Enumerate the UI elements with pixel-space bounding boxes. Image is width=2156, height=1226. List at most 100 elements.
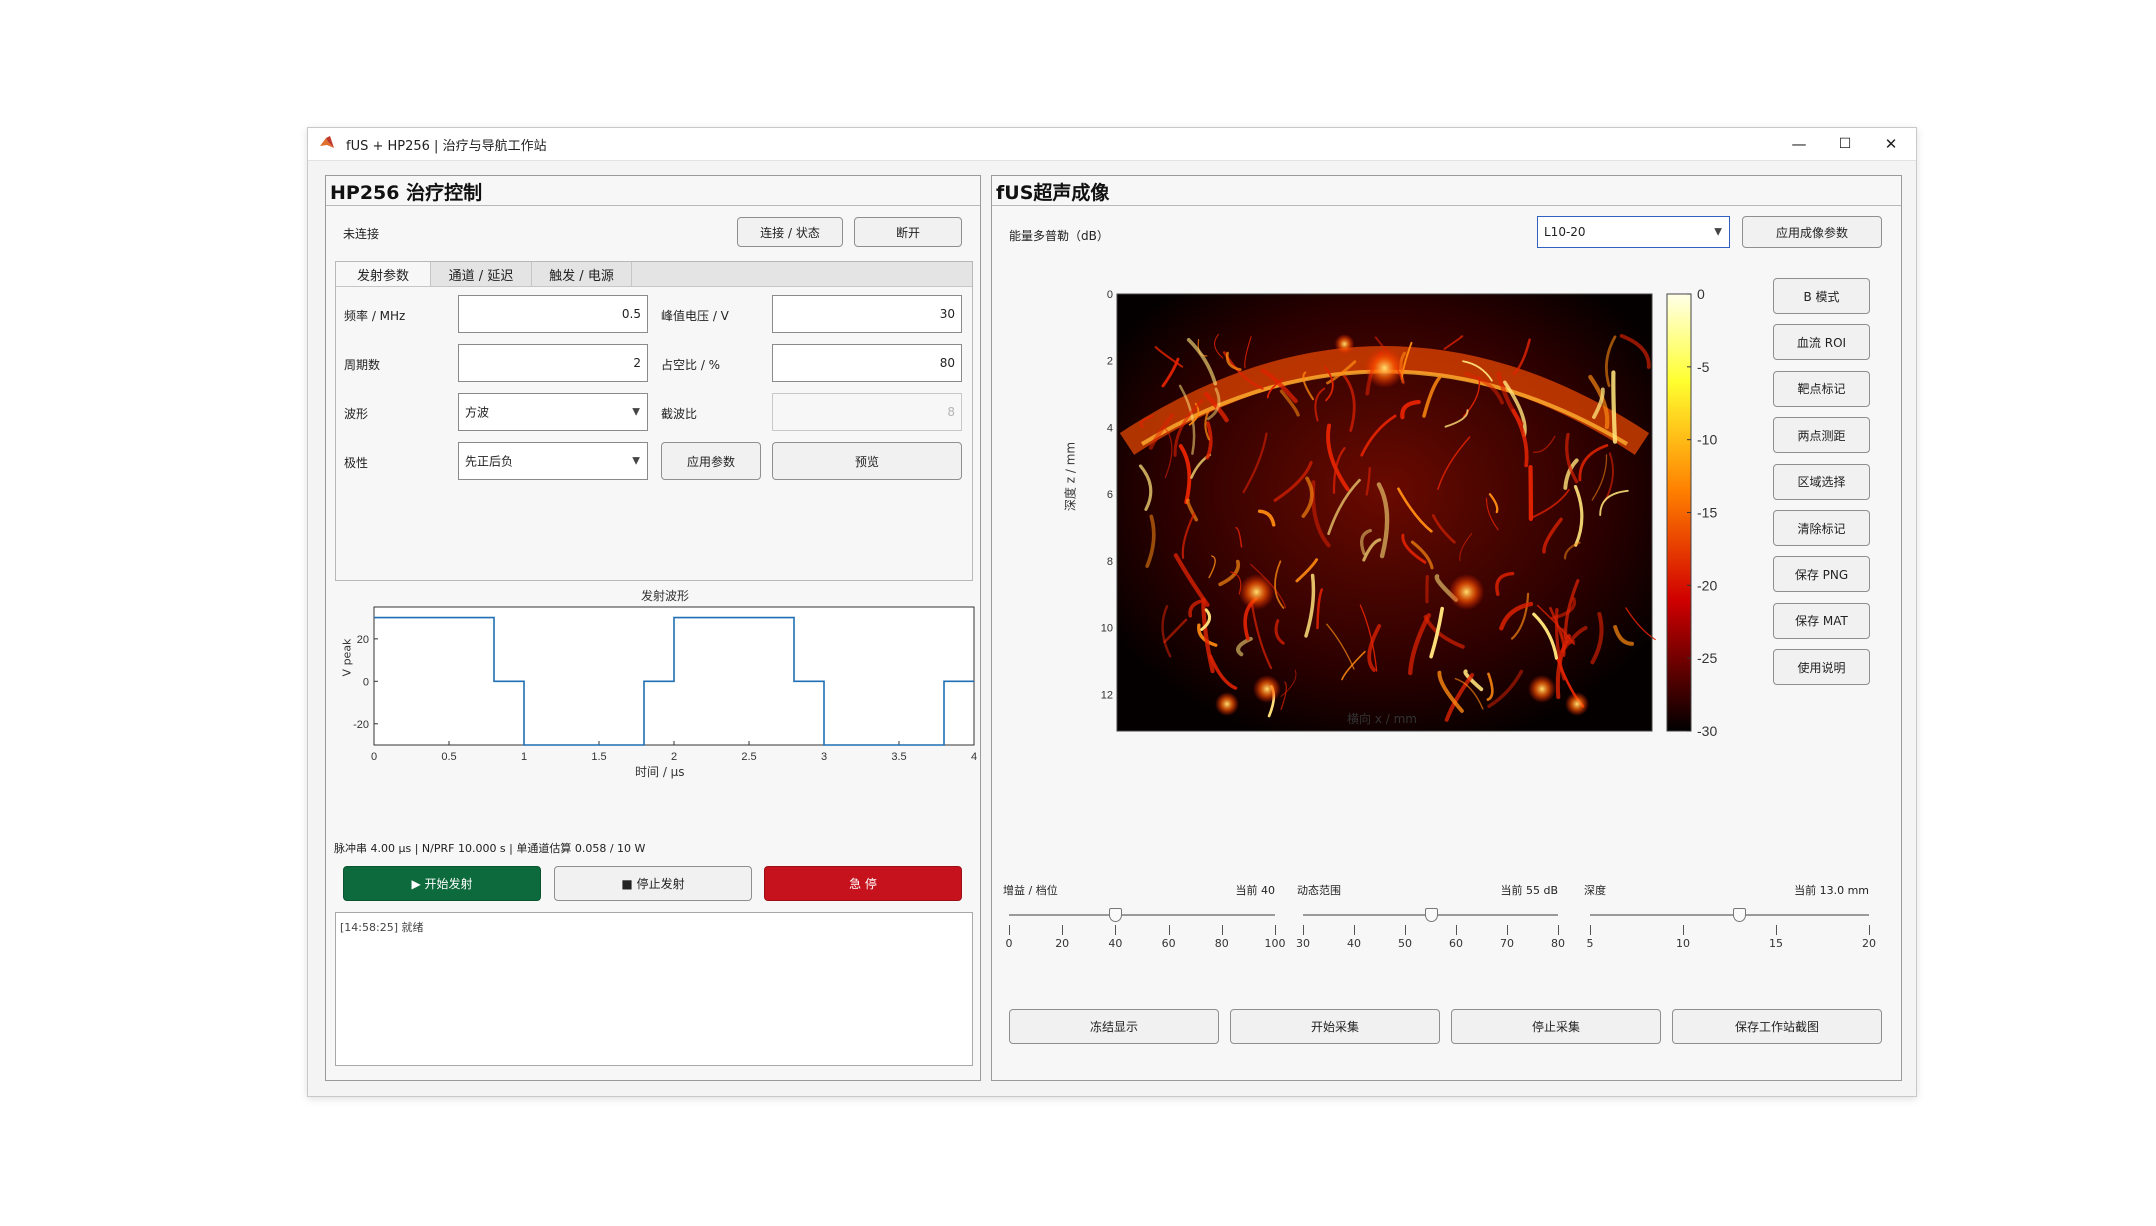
slider-tick	[1221, 925, 1223, 935]
slider-label: 增益 / 档位	[1003, 884, 1058, 897]
y-tick-label: 8	[1107, 556, 1113, 568]
side-button[interactable]: 靶点标记	[1773, 370, 1870, 407]
freq-field[interactable]: 0.5	[458, 295, 648, 333]
disconnect-button[interactable]: 断开	[854, 217, 962, 247]
close-button[interactable]: ✕	[1868, 128, 1914, 160]
bottom-action-button[interactable]: 开始采集	[1230, 1009, 1440, 1044]
freq-value: 0.5	[621, 307, 641, 321]
side-button[interactable]: B 模式	[1773, 278, 1870, 314]
duty-value: 80	[939, 356, 955, 370]
slider-tick-label: 70	[1500, 937, 1514, 950]
colorbar-tick-label: -25	[1697, 650, 1717, 666]
vpeak-label: 峰值电压 / V	[661, 309, 729, 323]
x-tick-label: 2.5	[741, 751, 756, 763]
polarity-dropdown[interactable]: 先正后负 ▼	[458, 442, 648, 480]
y-tick-label: 0	[1107, 289, 1113, 301]
slider-tick	[1062, 925, 1064, 935]
side-button[interactable]: 保存 MAT	[1773, 602, 1870, 639]
hotspot	[1215, 692, 1239, 716]
cutoff-field: 8	[772, 393, 962, 431]
minimize-button[interactable]: —	[1776, 128, 1822, 160]
slider-tick-label: 15	[1769, 937, 1783, 950]
slider-tick	[1456, 925, 1457, 935]
tab-emit-params[interactable]: 发射参数	[336, 262, 431, 286]
x-tick-label: 1.5	[591, 751, 606, 763]
colorbar-tick-label: -20	[1697, 577, 1717, 593]
hotspot	[1253, 675, 1281, 703]
apply-params-button[interactable]: 应用参数	[661, 442, 761, 480]
slider-tick	[1405, 925, 1406, 935]
slider-tick-label: 20	[1055, 937, 1070, 950]
side-button[interactable]: 血流 ROI	[1773, 324, 1870, 361]
slider-tick-label: 60	[1449, 937, 1463, 950]
side-button[interactable]: 两点测距	[1773, 417, 1870, 454]
panel-title: fUS超声成像	[996, 182, 1110, 204]
cycles-value: 2	[633, 356, 641, 370]
log-line: [14:58:25] 就绪	[340, 921, 424, 934]
y-tick-label: 4	[1107, 422, 1113, 434]
slider-tick-label: 100	[1264, 937, 1286, 950]
hotspot	[1238, 574, 1275, 610]
duty-label: 占空比 / %	[661, 358, 721, 372]
side-button[interactable]: 清除标记	[1773, 510, 1870, 546]
waveform-plot: 发射波形 V peak 时间 / μs 0 0.5 1 1.5 2 2.5 3 3.5 4 20 0…	[326, 587, 980, 827]
bottom-action-button[interactable]: 停止采集	[1451, 1009, 1661, 1044]
start-emit-button[interactable]: ▶ 开始发射	[343, 866, 541, 901]
slider-tick	[1869, 925, 1870, 935]
slider-tick	[1275, 925, 1276, 935]
slider-label: 动态范围	[1297, 884, 1341, 897]
emergency-stop-button[interactable]: 急 停	[764, 866, 962, 901]
slider-tick-label: 80	[1551, 937, 1565, 950]
tab-trigger-power[interactable]: 触发 / 电源	[532, 262, 632, 286]
app-window: fUS + HP256 | 治疗与导航工作站 — ☐ ✕ HP256 治疗控制 …	[307, 127, 1917, 1097]
slider-track[interactable]	[1009, 914, 1275, 916]
connection-status: 未连接	[343, 227, 380, 241]
y-tick-label: 10	[1101, 623, 1113, 635]
imaging-mode-label: 能量多普勒（dB）	[1009, 229, 1109, 243]
doppler-image-area: -6-4-202460246810120-5-10-15-20-25-30 横向…	[992, 276, 1772, 736]
x-tick-label: 3	[821, 751, 827, 763]
slider-tick-label: 30	[1296, 937, 1310, 950]
vpeak-field[interactable]: 30	[772, 295, 962, 333]
cycles-field[interactable]: 2	[458, 344, 648, 382]
tab-channel-delay[interactable]: 通道 / 延迟	[431, 262, 532, 286]
apply-imaging-button[interactable]: 应用成像参数	[1742, 216, 1882, 248]
slider-thumb[interactable]	[1109, 908, 1123, 922]
slider-tick	[1009, 925, 1010, 935]
y-tick-label: 6	[1107, 489, 1113, 501]
bottom-action-button[interactable]: 保存工作站截图	[1672, 1009, 1882, 1044]
side-button[interactable]: 保存 PNG	[1773, 556, 1870, 593]
slider-track[interactable]	[1590, 914, 1869, 916]
slider-thumb[interactable]	[1732, 908, 1746, 922]
waveform-svg: 0 0.5 1 1.5 2 2.5 3 3.5 4 20 0 -20	[353, 606, 977, 763]
slider-tick-label: 50	[1398, 937, 1412, 950]
connect-button[interactable]: 连接 / 状态	[737, 217, 843, 247]
log-textarea[interactable]: [14:58:25] 就绪	[335, 912, 973, 1066]
side-button[interactable]: 使用说明	[1773, 649, 1870, 686]
y-tick-label: 0	[363, 676, 369, 688]
chevron-down-icon: ▼	[632, 455, 640, 467]
slider-tick-label: 20	[1862, 937, 1876, 950]
hotspot	[1565, 692, 1589, 716]
panel-divider	[326, 205, 980, 206]
duty-field[interactable]: 80	[772, 344, 962, 382]
slider-tick	[1776, 925, 1777, 935]
slider-tick-label: 60	[1161, 937, 1176, 950]
slider-thumb[interactable]	[1424, 908, 1438, 922]
slider-current-value: 当前 40	[1235, 884, 1276, 897]
bottom-action-button[interactable]: 冻结显示	[1009, 1009, 1219, 1044]
stop-emit-button[interactable]: ■ 停止发射	[554, 866, 752, 901]
side-button[interactable]: 区域选择	[1773, 463, 1870, 500]
slider-current-value: 当前 55 dB	[1500, 884, 1558, 897]
preview-button[interactable]: 预览	[772, 442, 962, 480]
y-tick-label: 20	[357, 634, 369, 646]
x-tick-label: 0	[371, 751, 377, 763]
probe-dropdown[interactable]: L10-20 ▼	[1537, 216, 1730, 248]
colorbar-tick-label: -5	[1697, 359, 1710, 375]
slider-tick-label: 40	[1347, 937, 1361, 950]
wave-dropdown[interactable]: 方波 ▼	[458, 393, 648, 431]
maximize-button[interactable]: ☐	[1822, 128, 1868, 160]
colorbar-tick-label: 0	[1697, 286, 1705, 302]
hotspot	[1364, 348, 1405, 388]
matlab-app-icon	[320, 136, 334, 148]
